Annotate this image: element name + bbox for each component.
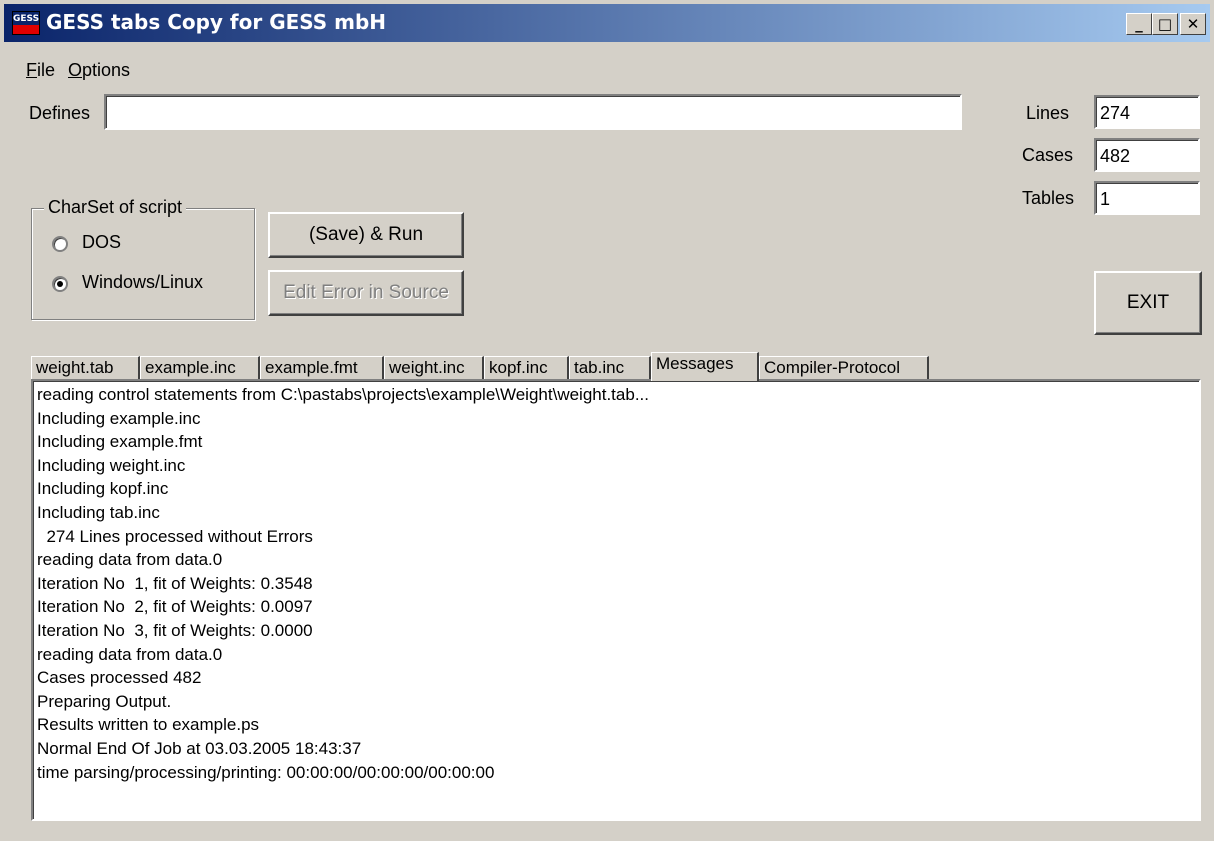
- menu-file[interactable]: File: [26, 60, 55, 81]
- close-button[interactable]: ✕: [1180, 13, 1206, 35]
- tables-field[interactable]: 1: [1094, 181, 1200, 215]
- exit-button[interactable]: EXIT: [1094, 271, 1202, 335]
- defines-label: Defines: [29, 103, 91, 123]
- maximize-button[interactable]: □: [1152, 13, 1178, 35]
- tab-weight-inc[interactable]: weight.inc: [384, 356, 484, 380]
- edit-error-button[interactable]: Edit Error in Source: [268, 270, 464, 316]
- tab-messages[interactable]: Messages: [651, 352, 759, 381]
- tab-kopf-inc[interactable]: kopf.inc: [484, 356, 569, 380]
- radio-windows-linux-label[interactable]: Windows/Linux: [82, 272, 203, 293]
- message-line: Iteration No 2, fit of Weights: 0.0097: [37, 597, 313, 617]
- message-line: Results written to example.ps: [37, 715, 260, 735]
- message-line: Including weight.inc: [37, 455, 186, 475]
- radio-selected-dot: [57, 281, 63, 287]
- message-line: Preparing Output.: [37, 691, 172, 711]
- cases-field[interactable]: 482: [1094, 138, 1200, 172]
- message-line: reading data from data.0: [37, 644, 223, 664]
- message-line: Including kopf.inc: [37, 479, 169, 499]
- cases-label: Cases: [1022, 145, 1074, 165]
- radio-dos[interactable]: [52, 236, 68, 252]
- message-line: time parsing/processing/printing: 00:00:…: [37, 762, 495, 782]
- messages-panel[interactable]: reading control statements from C:\pasta…: [31, 379, 1201, 821]
- message-line: Iteration No 1, fit of Weights: 0.3548: [37, 573, 313, 593]
- title-bar[interactable]: GESS GESS tabs Copy for GESS mbH _ □ ✕: [4, 4, 1210, 42]
- message-line: Normal End Of Job at 03.03.2005 18:43:37: [37, 738, 362, 758]
- minimize-button[interactable]: _: [1126, 13, 1152, 35]
- message-line: 274 Lines processed without Errors: [37, 526, 313, 546]
- message-line: Iteration No 3, fit of Weights: 0.0000: [37, 620, 313, 640]
- save-run-button[interactable]: (Save) & Run: [268, 212, 464, 258]
- app-icon[interactable]: GESS: [12, 11, 40, 35]
- tab-example-inc[interactable]: example.inc: [140, 356, 260, 380]
- window-title: GESS tabs Copy for GESS mbH: [46, 10, 387, 34]
- defines-input[interactable]: [104, 94, 962, 130]
- tables-label: Tables: [1022, 188, 1075, 208]
- lines-field[interactable]: 274: [1094, 95, 1200, 129]
- app-icon-text: GESS: [13, 12, 40, 26]
- message-line: Including tab.inc: [37, 502, 160, 522]
- charset-group-label: CharSet of script: [44, 197, 187, 218]
- tab-example-fmt[interactable]: example.fmt: [260, 356, 384, 380]
- charset-group: CharSet of script DOS Windows/Linux: [31, 197, 255, 320]
- main-window: GESS GESS tabs Copy for GESS mbH _ □ ✕ F…: [0, 0, 1214, 841]
- message-line: Including example.inc: [37, 408, 201, 428]
- menu-options[interactable]: Options: [68, 60, 130, 81]
- radio-windows-linux[interactable]: [52, 276, 68, 292]
- tab-weight-tab[interactable]: weight.tab: [31, 356, 140, 380]
- tab-compiler-protocol[interactable]: Compiler-Protocol: [759, 356, 929, 380]
- message-line: Cases processed 482: [37, 668, 202, 688]
- message-line: Including example.fmt: [37, 432, 203, 452]
- message-line: reading control statements from C:\pasta…: [37, 385, 649, 404]
- tab-tab-inc[interactable]: tab.inc: [569, 356, 651, 380]
- message-line: reading data from data.0: [37, 550, 223, 570]
- radio-dos-label[interactable]: DOS: [82, 232, 121, 253]
- lines-label: Lines: [1026, 103, 1070, 123]
